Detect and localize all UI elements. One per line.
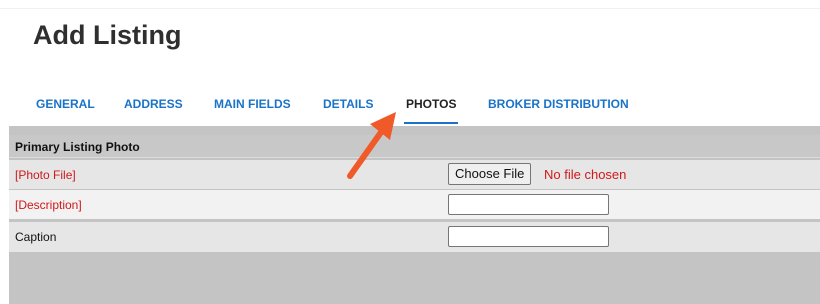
description-label: [Description] [15,198,82,212]
file-status-text: No file chosen [544,167,627,182]
arrow-pointing-icon [347,112,396,179]
tab-main-fields[interactable]: MAIN FIELDS [214,94,291,124]
page-title: Add Listing [33,20,182,50]
caption-label: Caption [15,230,57,244]
tab-broker-distribution[interactable]: BROKER DISTRIBUTION [488,94,629,124]
top-divider [0,8,820,9]
tab-address[interactable]: ADDRESS [124,94,183,124]
choose-file-button[interactable]: Choose File [448,163,532,185]
photo-file-label: [Photo File] [15,168,76,182]
tab-bar: GENERAL ADDRESS MAIN FIELDS DETAILS PHOT… [0,94,820,124]
tab-general[interactable]: GENERAL [36,94,95,124]
photos-form-panel: Primary Listing Photo [Photo File] Choos… [9,126,820,304]
section-title: Primary Listing Photo [15,140,140,154]
caption-input[interactable] [448,226,609,247]
tab-photos[interactable]: PHOTOS [404,94,459,124]
photo-file-row: [Photo File] Choose File No file chosen [9,160,820,189]
description-row: [Description] [9,190,820,219]
caption-row: Caption [9,222,820,252]
description-input[interactable] [448,194,609,215]
section-header: Primary Listing Photo [9,135,820,158]
